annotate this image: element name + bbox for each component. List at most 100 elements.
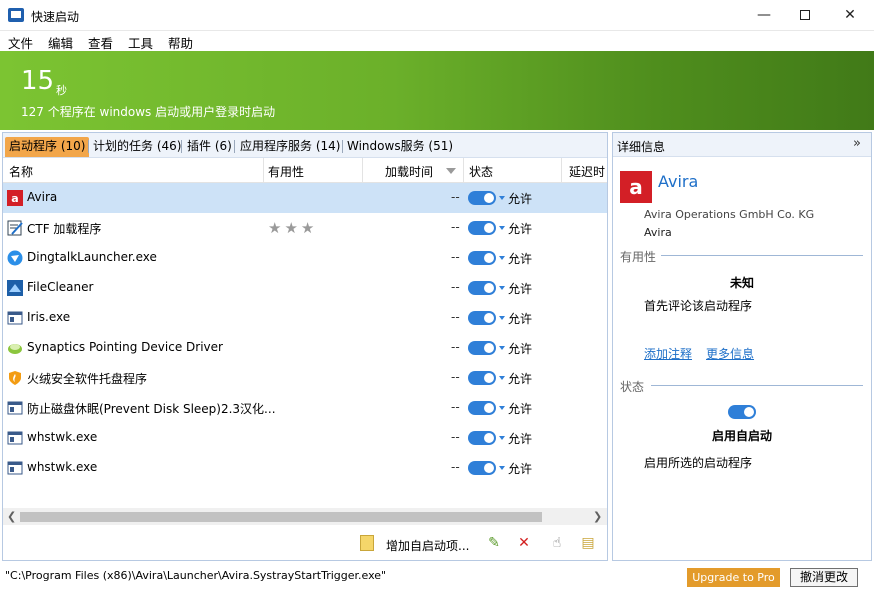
table-row[interactable]: Synaptics Pointing Device Driver -- 允许: [3, 333, 607, 363]
close-button[interactable]: ✕: [827, 0, 873, 30]
scroll-right-icon[interactable]: ❯: [593, 510, 602, 523]
selected-path: "C:\Program Files (x86)\Avira\Launcher\A…: [5, 569, 387, 582]
avira-logo-icon: a: [620, 171, 652, 203]
horizontal-scrollbar[interactable]: ❮ ❯: [3, 508, 607, 525]
details-header: 详细信息 »: [613, 133, 871, 157]
program-name: Avira: [27, 190, 58, 204]
col-usefulness[interactable]: 有用性: [268, 163, 304, 180]
col-name[interactable]: 名称: [9, 163, 33, 180]
add-comment-link[interactable]: 添加注释: [644, 345, 692, 362]
enable-toggle[interactable]: [468, 401, 496, 415]
table-row[interactable]: whstwk.exe -- 允许: [3, 453, 607, 483]
tab-app-services[interactable]: 应用程序服务 (14): [236, 137, 344, 157]
menu-view[interactable]: 查看: [88, 33, 113, 52]
menu-help[interactable]: 帮助: [168, 33, 193, 52]
status-bar: "C:\Program Files (x86)\Avira\Launcher\A…: [0, 563, 874, 593]
window-icon: [7, 310, 23, 326]
chevron-down-icon[interactable]: [499, 466, 505, 470]
table-row[interactable]: FileCleaner -- 允许: [3, 273, 607, 303]
scrollbar-thumb[interactable]: [20, 512, 542, 522]
program-name: DingtalkLauncher.exe: [27, 250, 157, 264]
boot-seconds: 15: [21, 66, 55, 96]
scroll-left-icon[interactable]: ❮: [7, 510, 16, 523]
status-section-label: 状态: [620, 380, 645, 394]
chevron-down-icon[interactable]: [499, 196, 505, 200]
enable-toggle[interactable]: [468, 191, 496, 205]
add-startup-button[interactable]: 增加自启动项...: [386, 537, 469, 554]
section-divider: [651, 385, 863, 386]
tab-windows-services[interactable]: Windows服务 (51): [343, 137, 457, 157]
program-name: whstwk.exe: [27, 460, 98, 474]
details-product: Avira: [644, 226, 672, 239]
table-row[interactable]: Iris.exe -- 允许: [3, 303, 607, 333]
status-text: 允许: [508, 312, 533, 326]
program-name: whstwk.exe: [27, 430, 98, 444]
table-row[interactable]: a Avira -- 允许: [3, 183, 607, 213]
dingtalk-icon: [7, 250, 23, 266]
chevron-down-icon[interactable]: [499, 406, 505, 410]
edit-check-icon[interactable]: ✎: [485, 534, 503, 552]
first-review-text: 首先评论该启动程序: [644, 299, 753, 313]
chevron-down-icon[interactable]: [499, 316, 505, 320]
usefulness-value: 未知: [729, 276, 754, 290]
enable-toggle[interactable]: [468, 371, 496, 385]
details-enable-toggle[interactable]: [728, 405, 756, 419]
tab-plugins[interactable]: 插件 (6): [183, 137, 236, 157]
table-row[interactable]: 防止磁盘休眠(Prevent Disk Sleep)2.3汉化... -- 允许: [3, 393, 607, 423]
load-time: --: [451, 460, 460, 474]
window-title: 快速启动: [31, 10, 80, 24]
menu-bar: 文件 编辑 查看 工具 帮助: [0, 31, 874, 51]
delete-icon[interactable]: ✕: [515, 534, 533, 552]
chevron-down-icon[interactable]: [499, 436, 505, 440]
column-header: 名称 有用性 加载时间 状态 延迟时: [3, 158, 607, 183]
table-row[interactable]: DingtalkLauncher.exe -- 允许: [3, 243, 607, 273]
enable-toggle[interactable]: [468, 221, 496, 235]
chevron-down-icon[interactable]: [499, 346, 505, 350]
minimize-button[interactable]: —: [741, 0, 787, 30]
details-panel: 详细信息 » a Avira Avira Operations GmbH Co.…: [612, 132, 872, 561]
maximize-button[interactable]: [782, 0, 828, 30]
load-time: --: [451, 250, 460, 264]
chevron-down-icon[interactable]: [499, 286, 505, 290]
enable-toggle[interactable]: [468, 281, 496, 295]
notepad-icon: [7, 220, 23, 236]
status-description: 启用所选的启动程序: [644, 456, 753, 470]
table-row[interactable]: CTF 加载程序 ★★★ -- 允许: [3, 213, 607, 243]
startup-list: a Avira -- 允许 CTF 加载程序 ★★★ -- 允许 Dingtal…: [3, 183, 607, 483]
table-row[interactable]: whstwk.exe -- 允许: [3, 423, 607, 453]
status-text: 允许: [508, 462, 533, 476]
col-delay[interactable]: 延迟时: [569, 163, 605, 180]
collapse-icon[interactable]: »: [853, 136, 861, 151]
properties-icon[interactable]: ☝: [548, 534, 566, 552]
tab-startup-programs[interactable]: 启动程序 (10): [5, 137, 90, 157]
menu-file[interactable]: 文件: [8, 33, 33, 52]
enable-toggle[interactable]: [468, 431, 496, 445]
col-status[interactable]: 状态: [469, 163, 493, 180]
chevron-down-icon[interactable]: [499, 226, 505, 230]
table-row[interactable]: 火绒安全软件托盘程序 -- 允许: [3, 363, 607, 393]
enable-toggle[interactable]: [468, 461, 496, 475]
load-time: --: [451, 220, 460, 234]
menu-edit[interactable]: 编辑: [48, 33, 73, 52]
upgrade-button[interactable]: Upgrade to Pro: [687, 568, 780, 587]
open-folder-icon[interactable]: ▤: [579, 534, 597, 552]
menu-tools[interactable]: 工具: [128, 33, 153, 52]
load-time: --: [451, 190, 460, 204]
more-info-link[interactable]: 更多信息: [706, 345, 754, 362]
banner-subtitle: 127 个程序在 windows 启动或用户登录时启动: [21, 105, 276, 119]
tab-strip: 启动程序 (10) 计划的任务 (46) 插件 (6) 应用程序服务 (14) …: [3, 133, 607, 158]
undo-changes-button[interactable]: 撤消更改: [790, 568, 858, 587]
program-name: Iris.exe: [27, 310, 71, 324]
chevron-down-icon[interactable]: [499, 376, 505, 380]
tab-scheduled-tasks[interactable]: 计划的任务 (46): [89, 137, 185, 157]
enable-toggle[interactable]: [468, 311, 496, 325]
app-icon: [8, 8, 24, 22]
add-startup-icon[interactable]: [360, 535, 374, 551]
enable-toggle[interactable]: [468, 251, 496, 265]
load-time: --: [451, 370, 460, 384]
col-load-time[interactable]: 加载时间: [385, 163, 433, 180]
enable-toggle[interactable]: [468, 341, 496, 355]
chevron-down-icon[interactable]: [499, 256, 505, 260]
filecleaner-icon: [7, 280, 23, 296]
window-icon: [7, 400, 23, 416]
